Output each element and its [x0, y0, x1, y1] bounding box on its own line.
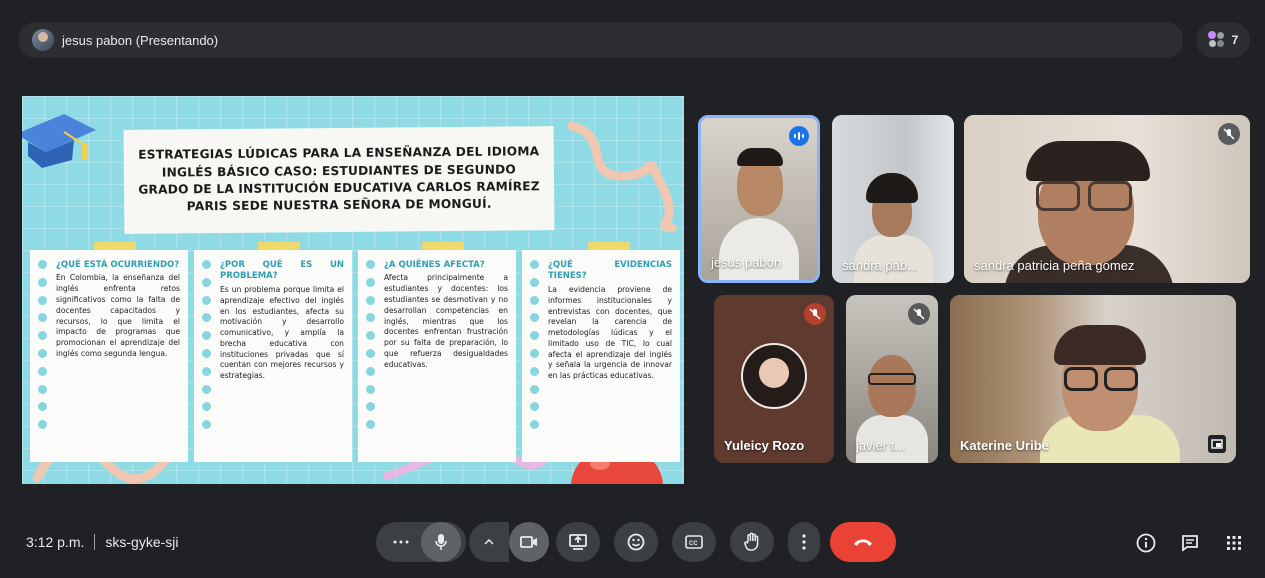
- svg-text:CC: CC: [689, 541, 698, 547]
- participant-tile[interactable]: sandra patricia peña gomez: [964, 115, 1250, 283]
- more-audio-options-icon[interactable]: [381, 540, 421, 544]
- card-heading: ¿Qué evidencias tienes?: [548, 260, 672, 282]
- pin-tile-icon[interactable]: [1208, 435, 1226, 453]
- meeting-code: sks-gyke-sji: [105, 534, 179, 550]
- reactions-button[interactable]: [614, 522, 658, 562]
- closed-captions-icon: CC: [685, 535, 703, 549]
- chat-icon: [1182, 535, 1198, 552]
- card-body: Afecta principalmente a estudiantes y do…: [384, 273, 508, 369]
- camera-icon: [520, 536, 537, 548]
- participant-name: jesus pabon: [711, 255, 782, 270]
- slide-title: Estrategias lúdicas para la enseñanza de…: [138, 144, 540, 214]
- card-body: La evidencia proviene de informes instit…: [548, 284, 672, 381]
- presentation-slide: Estrategias lúdicas para la enseñanza de…: [22, 96, 684, 484]
- raise-hand-icon: [744, 532, 759, 551]
- participant-tile[interactable]: javier t...: [846, 295, 938, 463]
- card-heading: ¿Por qué es un problema?: [220, 260, 344, 282]
- card-heading: ¿Qué está ocurriendo?: [56, 260, 180, 270]
- card-body: En Colombia, la enseñanza del inglés enf…: [56, 273, 180, 358]
- raise-hand-button[interactable]: [730, 522, 774, 562]
- mic-off-icon: [804, 303, 826, 325]
- card-bullets: [366, 260, 378, 438]
- slide-card: ¿Qué evidencias tienes? La evidencia pro…: [522, 250, 680, 462]
- participant-name: javier t...: [856, 438, 906, 453]
- speaking-indicator-icon: [789, 126, 809, 146]
- participant-tile[interactable]: jesus pabon: [698, 115, 820, 283]
- video-options-icon[interactable]: [469, 522, 509, 562]
- card-bullets: [38, 260, 50, 438]
- meeting-time: 3:12 p.m.: [26, 534, 85, 550]
- graduation-cap-icon: [22, 114, 96, 168]
- participant-tile[interactable]: Katerine Uribe: [950, 295, 1236, 463]
- card-bullets: [530, 260, 542, 438]
- divider: [94, 534, 96, 550]
- camera-button[interactable]: [509, 522, 549, 562]
- participants-button[interactable]: 7: [1196, 22, 1250, 58]
- present-screen-icon: [569, 534, 587, 550]
- card-heading: ¿A quiénes afecta?: [384, 260, 485, 270]
- participant-name: sandra patricia peña gomez: [974, 258, 1135, 273]
- presenter-avatar: [32, 29, 54, 51]
- card-bullets: [202, 260, 214, 438]
- participant-tile[interactable]: Yuleicy Rozo: [714, 295, 834, 463]
- apps-grid-icon: [1227, 536, 1241, 550]
- presenter-bar[interactable]: jesus pabon (Presentando): [18, 22, 1183, 58]
- more-options-button[interactable]: [788, 522, 820, 562]
- leave-call-button[interactable]: [830, 522, 896, 562]
- info-icon: [1136, 533, 1156, 553]
- slide-card: ¿Por qué es un problema? Es un problema …: [194, 250, 352, 462]
- activities-button[interactable]: [1224, 533, 1244, 553]
- video-control-group: [466, 522, 552, 562]
- mic-off-icon: [1218, 123, 1240, 145]
- card-body: Es un problema porque limita el aprendiz…: [220, 284, 344, 381]
- audio-control-group: [376, 522, 466, 562]
- slide-card: ¿Qué está ocurriendo? En Colombia, la en…: [30, 250, 188, 462]
- present-button[interactable]: [556, 522, 600, 562]
- participant-name: sandra pab...: [842, 258, 918, 273]
- participant-name: Yuleicy Rozo: [724, 438, 805, 453]
- captions-button[interactable]: CC: [672, 522, 716, 562]
- meeting-info: 3:12 p.m. sks-gyke-sji: [26, 534, 179, 550]
- participants-avatars-icon: [1207, 31, 1226, 49]
- more-vert-icon: [802, 534, 806, 550]
- slide-card: ¿A quiénes afecta? Afecta principalmente…: [358, 250, 516, 462]
- end-call-icon: [854, 539, 872, 546]
- presenter-label: jesus pabon (Presentando): [62, 32, 219, 48]
- participant-count: 7: [1231, 33, 1239, 47]
- meeting-details-button[interactable]: [1136, 533, 1156, 553]
- participant-tile[interactable]: sandra pab...: [832, 115, 954, 283]
- emoji-icon: [627, 533, 645, 551]
- chat-button[interactable]: [1180, 533, 1200, 553]
- decorative-squiggle: [567, 121, 677, 233]
- slide-title-box: Estrategias lúdicas para la enseñanza de…: [123, 126, 555, 234]
- mic-off-icon: [908, 303, 930, 325]
- participant-name: Katerine Uribe: [960, 438, 1049, 453]
- microphone-button[interactable]: [421, 522, 461, 562]
- microphone-icon: [435, 534, 447, 550]
- participant-avatar: [741, 343, 807, 409]
